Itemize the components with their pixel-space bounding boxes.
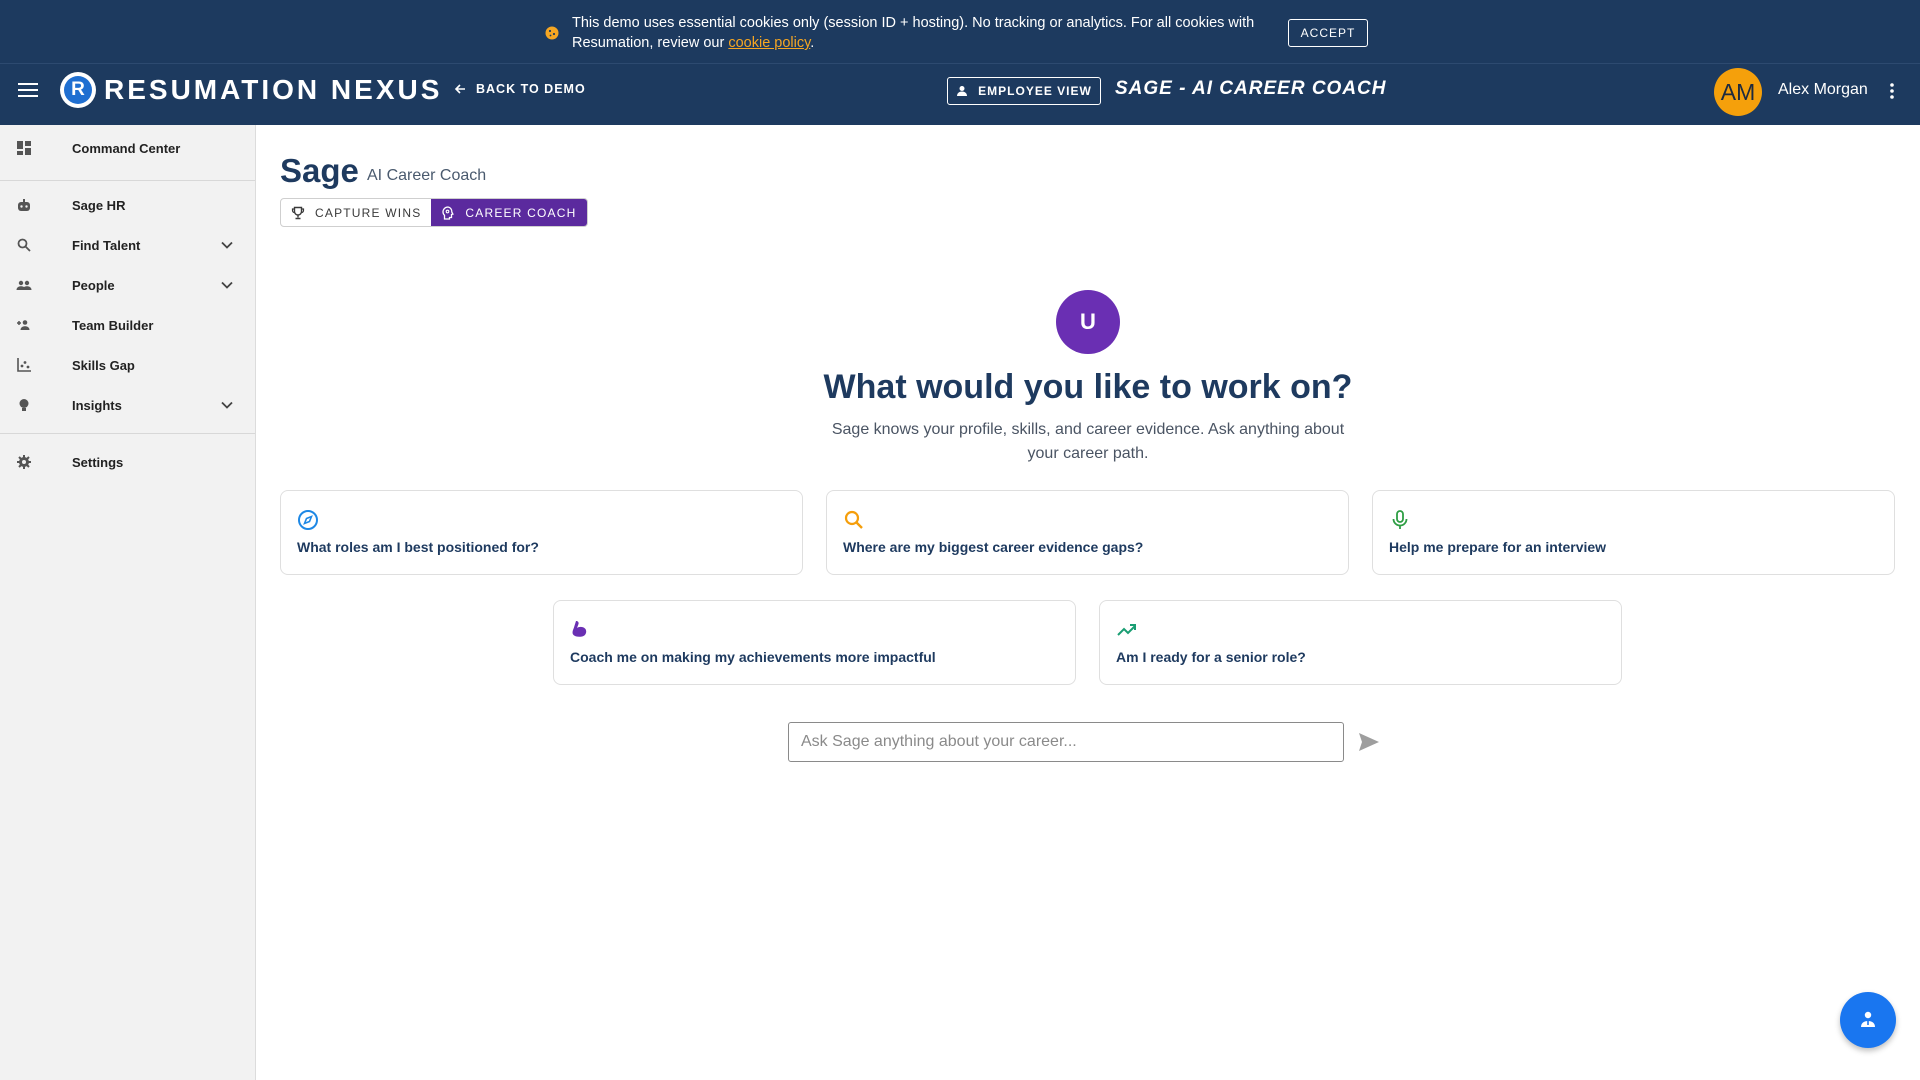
- employee-view-button[interactable]: EMPLOYEE VIEW: [947, 77, 1101, 105]
- more-vert-icon[interactable]: [1888, 82, 1896, 100]
- sidebar-item-skills-gap[interactable]: Skills Gap: [0, 345, 255, 385]
- sidebar-item-label: Insights: [72, 397, 122, 413]
- sidebar: Command Center Sage HR Find Talent Peopl…: [0, 125, 256, 1080]
- capture-wins-tab[interactable]: CAPTURE WINS: [281, 199, 431, 226]
- search-icon: [17, 238, 31, 252]
- employee-view-label: EMPLOYEE VIEW: [978, 84, 1092, 98]
- sidebar-item-label: Skills Gap: [72, 357, 135, 373]
- page-heading: SAGE - AI CAREER COACH: [1115, 78, 1387, 99]
- help-fab-button[interactable]: [1840, 992, 1896, 1048]
- sidebar-item-label: Command Center: [72, 140, 181, 156]
- cookie-message: This demo uses essential cookies only (s…: [572, 13, 1272, 53]
- cookie-text-end: .: [810, 35, 815, 51]
- chevron-down-icon[interactable]: [220, 238, 234, 252]
- sidebar-item-settings[interactable]: Settings: [0, 442, 255, 482]
- chart-icon: [17, 358, 31, 372]
- sidebar-item-command-center[interactable]: Command Center: [0, 128, 255, 168]
- sidebar-item-people[interactable]: People: [0, 265, 255, 305]
- sidebar-item-label: Sage HR: [72, 197, 126, 213]
- cookie-banner: This demo uses essential cookies only (s…: [0, 0, 1920, 64]
- back-to-demo-link[interactable]: BACK TO DEMO: [454, 82, 586, 96]
- hero-title: What would you like to work on?: [823, 368, 1353, 406]
- suggestion-text: Where are my biggest career evidence gap…: [843, 539, 1144, 555]
- trending-up-icon: [1117, 624, 1136, 636]
- chat-input[interactable]: [788, 722, 1344, 762]
- sidebar-item-label: Team Builder: [72, 317, 154, 333]
- career-coach-tab[interactable]: CAREER COACH: [431, 199, 587, 226]
- mode-toggle: CAPTURE WINS CAREER COACH: [280, 198, 588, 227]
- page-subtitle: AI Career Coach: [367, 167, 487, 184]
- sidebar-item-label: Find Talent: [72, 237, 141, 253]
- sidebar-divider: [0, 180, 255, 181]
- suggestion-text: Am I ready for a senior role?: [1116, 649, 1306, 665]
- microphone-icon: [1392, 510, 1408, 529]
- people-icon: [16, 280, 32, 290]
- sidebar-divider: [0, 433, 255, 434]
- chevron-down-icon[interactable]: [220, 278, 234, 292]
- app-header: This demo uses essential cookies only (s…: [0, 0, 1920, 125]
- gear-icon: [17, 455, 31, 469]
- sidebar-item-insights[interactable]: Insights: [0, 385, 255, 425]
- chevron-down-icon[interactable]: [220, 398, 234, 412]
- robot-icon: [18, 199, 30, 211]
- logo-letter: R: [64, 76, 92, 104]
- sidebar-item-find-talent[interactable]: Find Talent: [0, 225, 255, 265]
- suggestion-text: Help me prepare for an interview: [1389, 539, 1607, 555]
- suggestion-card-best-roles[interactable]: What roles am I best positioned for?: [280, 490, 803, 575]
- suggestion-card-interview[interactable]: Help me prepare for an interview: [1372, 490, 1895, 575]
- sage-avatar: U: [1056, 290, 1120, 354]
- lightbulb-icon: [19, 399, 29, 411]
- trophy-icon: [291, 206, 305, 219]
- support-agent-icon: [1861, 1011, 1875, 1027]
- psychology-icon: [442, 205, 455, 220]
- suggestion-text: Coach me on making my achievements more …: [570, 649, 936, 665]
- capture-wins-label: CAPTURE WINS: [315, 205, 422, 220]
- suggestion-card-senior-role[interactable]: Am I ready for a senior role?: [1099, 600, 1622, 685]
- muscle-icon: [572, 621, 587, 637]
- search-icon: [844, 510, 863, 529]
- cookie-icon: [545, 26, 559, 40]
- send-icon[interactable]: [1358, 732, 1380, 752]
- brand-name: RESUMATION NEXUS: [104, 74, 443, 105]
- sidebar-item-team-builder[interactable]: Team Builder: [0, 305, 255, 345]
- dashboard-icon: [17, 141, 31, 155]
- person-icon: [957, 86, 968, 96]
- page-title: Sage: [280, 152, 359, 189]
- user-name[interactable]: Alex Morgan: [1778, 81, 1868, 99]
- compass-icon: [298, 510, 318, 530]
- arrow-left-icon: [454, 84, 465, 94]
- suggestion-text: What roles am I best positioned for?: [297, 539, 539, 555]
- suggestion-card-achievements[interactable]: Coach me on making my achievements more …: [553, 600, 1076, 685]
- hero-subtitle: Sage knows your profile, skills, and car…: [831, 421, 1345, 462]
- accept-cookies-button[interactable]: ACCEPT: [1288, 19, 1368, 47]
- sidebar-item-label: Settings: [72, 454, 124, 470]
- suggestion-card-evidence-gaps[interactable]: Where are my biggest career evidence gap…: [826, 490, 1349, 575]
- sidebar-item-sage-hr[interactable]: Sage HR: [0, 185, 255, 225]
- avatar[interactable]: AM: [1714, 68, 1762, 116]
- group-add-icon: [17, 320, 30, 330]
- menu-icon[interactable]: [18, 82, 38, 98]
- sidebar-item-label: People: [72, 277, 115, 293]
- cookie-text: This demo uses essential cookies only (s…: [572, 15, 1255, 51]
- logo[interactable]: R: [60, 72, 96, 108]
- cookie-policy-link[interactable]: cookie policy: [728, 35, 810, 51]
- career-coach-label: CAREER COACH: [465, 205, 577, 220]
- back-to-demo-label: BACK TO DEMO: [476, 82, 586, 96]
